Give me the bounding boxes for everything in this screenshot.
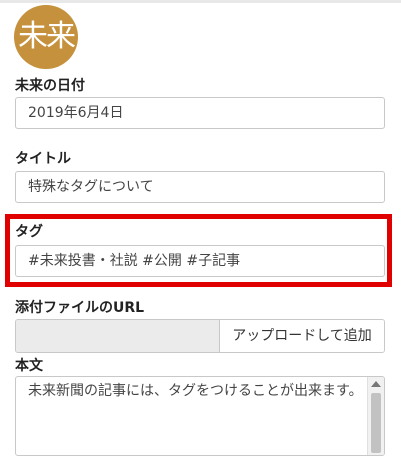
attachment-input-group: アップロードして追加	[15, 319, 385, 353]
body-textarea[interactable]: 未来新聞の記事には、タグをつけることが出来ます。	[15, 376, 385, 456]
top-border	[0, 0, 401, 3]
title-label: タイトル	[15, 151, 71, 167]
title-field[interactable]: 特殊なタグについて	[15, 171, 385, 203]
body-scrollbar[interactable]	[367, 377, 384, 455]
site-logo: 未来	[14, 5, 78, 69]
date-label: 未来の日付	[15, 78, 85, 94]
scroll-up-arrow-icon[interactable]	[371, 381, 381, 387]
attachment-label: 添付ファイルのURL	[15, 300, 145, 316]
date-field[interactable]: 2019年6月4日	[15, 97, 385, 129]
tags-label: タグ	[15, 224, 43, 240]
body-label: 本文	[15, 358, 43, 374]
attachment-url-input[interactable]	[16, 320, 219, 352]
scroll-thumb[interactable]	[371, 393, 381, 453]
upload-button[interactable]: アップロードして追加	[219, 320, 384, 352]
tags-field[interactable]: #未来投書・社説 #公開 #子記事	[15, 245, 385, 277]
body-text: 未来新聞の記事には、タグをつけることが出来ます。	[28, 383, 363, 399]
